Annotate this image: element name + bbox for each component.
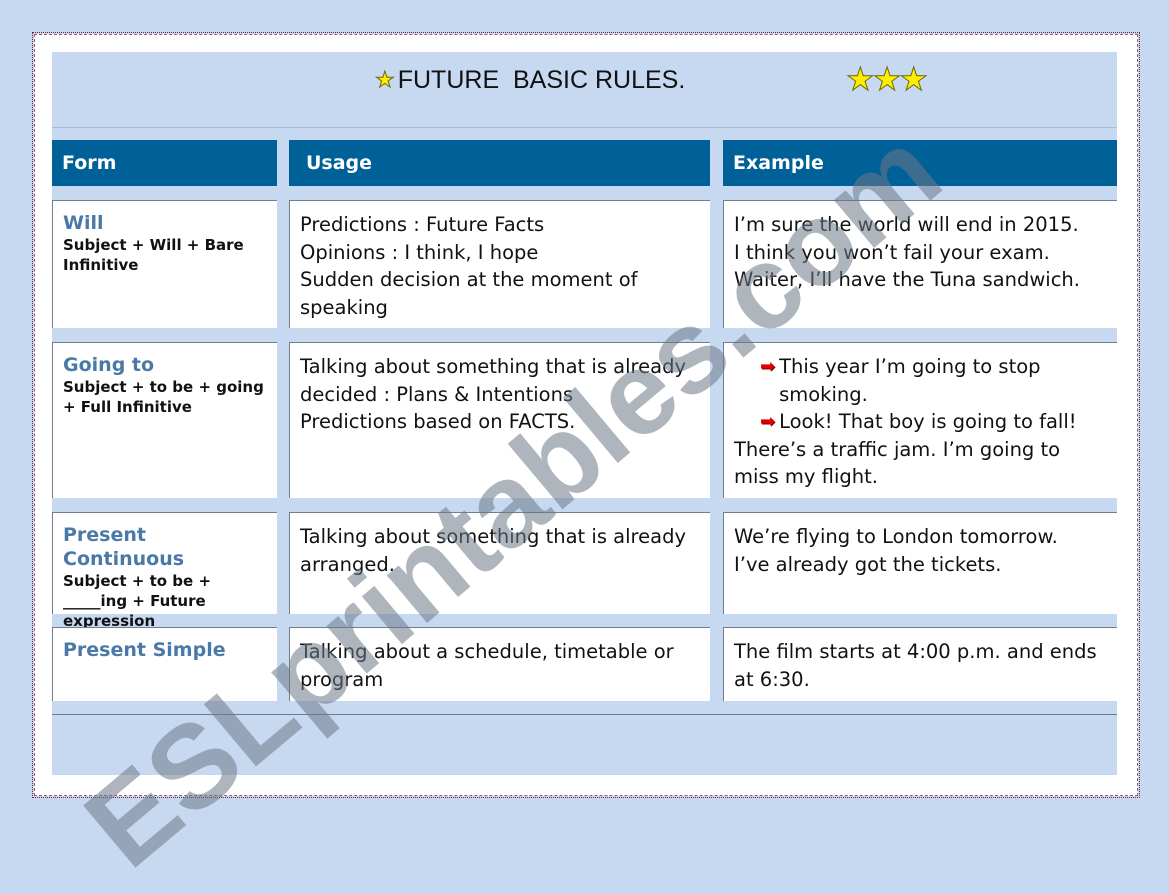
header-usage: Usage xyxy=(289,140,710,186)
page-title: ★ FUTURE BASIC RULES. xyxy=(375,66,686,95)
arrow-right-icon: ➡ xyxy=(760,356,776,377)
usage-line: Talking about something that is already … xyxy=(300,355,686,406)
form-name: Present Simple xyxy=(63,639,226,661)
usage-line: Sudden decision at the moment of speakin… xyxy=(300,268,638,319)
example-text: We’re flying to London tomorrow. xyxy=(734,525,1058,548)
usage-line: Opinions : I think, I hope xyxy=(300,240,539,264)
form-rule: Subject + Will + Bare Infinitive xyxy=(63,236,244,274)
usage-line: Talking about a schedule, timetable or p… xyxy=(300,640,674,691)
form-cell: Present Simple xyxy=(52,627,277,701)
form-cell: Present Continuous Subject + to be + ____… xyxy=(52,512,277,630)
example-text: Waiter, I’ll have the Tuna sandwich. xyxy=(734,268,1080,291)
example-cell: We’re flying to London tomorrow. I’ve alr… xyxy=(723,512,1117,614)
usage-line: Talking about something that is already … xyxy=(300,525,686,576)
form-name: Will xyxy=(63,212,104,234)
example-text: There’s a traffic jam. I’m going to miss… xyxy=(734,437,1061,489)
example-text: The film starts at 4:00 p.m. and ends at… xyxy=(734,640,1097,691)
form-rule: Subject + to be + going + Full Infinitiv… xyxy=(63,378,264,416)
star-icon: ★ xyxy=(899,60,929,99)
header-example: Example xyxy=(723,140,1117,186)
example-cell: The film starts at 4:00 p.m. and ends at… xyxy=(723,627,1117,701)
star-icon: ★ xyxy=(375,68,396,94)
example-text: This year I’m going to stop smoking. xyxy=(779,355,1041,406)
usage-cell: Talking about something that is already … xyxy=(289,512,710,614)
usage-cell: Talking about something that is already … xyxy=(289,342,710,498)
example-bullet: ➡ Look! That boy is going to fall! xyxy=(734,408,1107,436)
divider xyxy=(52,714,1117,715)
example-cell: I’m sure the world will end in 2015. I th… xyxy=(723,200,1117,328)
example-cell: ➡ This year I’m going to stop smoking. ➡ Lo… xyxy=(723,342,1117,498)
form-rule: Subject + to be + _____ing + Future expr… xyxy=(63,572,212,630)
form-cell: Will Subject + Will + Bare Infinitive xyxy=(52,200,277,328)
header-label: Form xyxy=(62,152,117,174)
header-label: Usage xyxy=(306,152,373,174)
star-icon: ★ xyxy=(872,60,902,99)
header-form: Form xyxy=(52,140,277,186)
example-text: Look! That boy is going to fall! xyxy=(779,410,1077,433)
usage-cell: Talking about a schedule, timetable or p… xyxy=(289,627,710,701)
star-icon: ★ xyxy=(846,60,876,99)
usage-line: Predictions : Future Facts xyxy=(300,213,545,236)
header-label: Example xyxy=(733,152,824,174)
example-bullet: ➡ This year I’m going to stop smoking. xyxy=(734,353,1107,408)
example-text: I think you won’t fail your exam. xyxy=(734,240,1050,264)
example-text: I’ve already got the tickets. xyxy=(734,552,1002,576)
example-text: I’m sure the world will end in 2015. xyxy=(734,213,1079,236)
form-name: Going to xyxy=(63,354,155,376)
form-cell: Going to Subject + to be + going + Full I… xyxy=(52,342,277,498)
rating-stars: ★★★ xyxy=(846,60,929,99)
form-name: Present Continuous xyxy=(63,524,185,570)
usage-cell: Predictions : Future Facts Opinions : I t… xyxy=(289,200,710,328)
title-text: FUTURE BASIC RULES. xyxy=(397,66,686,94)
usage-line: Predictions based on FACTS. xyxy=(300,410,576,433)
arrow-right-icon: ➡ xyxy=(760,411,776,432)
